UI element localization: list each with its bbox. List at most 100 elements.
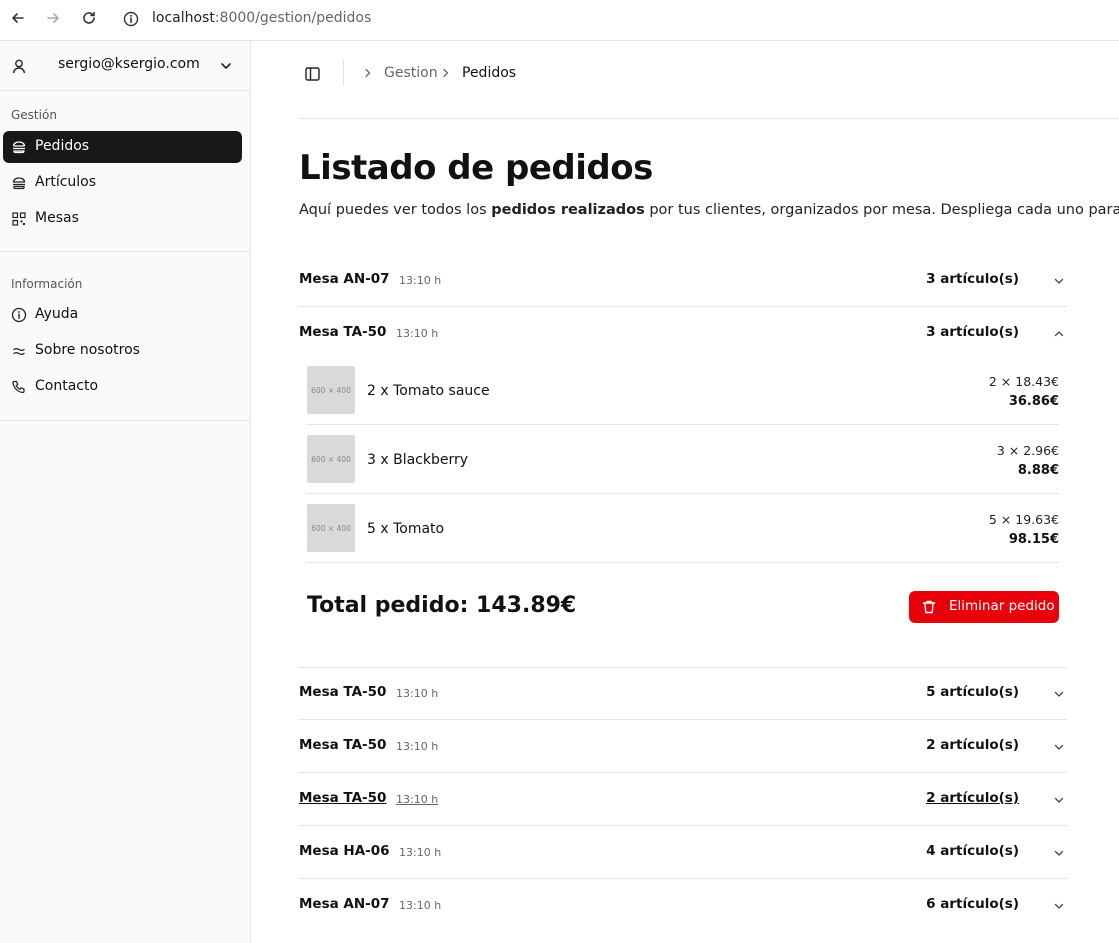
order-count: 4 artículo(s) xyxy=(926,843,1019,859)
order-time: 13:10 h xyxy=(396,687,439,700)
order-row[interactable]: Mesa HA-06 13:10 h 4 artículo(s) xyxy=(298,826,1067,879)
item-unit-price: 2 × 18.43€ xyxy=(988,374,1059,389)
order-row[interactable]: Mesa TA-50 13:10 h 2 artículo(s) xyxy=(298,773,1067,826)
order-row[interactable]: Mesa TA-50 13:10 h 2 artículo(s) xyxy=(298,720,1067,773)
desc-text: Aquí puedes ver todos los xyxy=(299,202,492,218)
sidebar: sergio@ksergio.com Gestión Pedidos Artíc… xyxy=(0,41,251,943)
arrow-left-icon xyxy=(12,13,24,23)
back-button[interactable] xyxy=(6,6,30,30)
sidebar-item-label: Ayuda xyxy=(35,306,79,322)
item-subtotal: 36.86€ xyxy=(1008,394,1059,409)
chevron-down-icon xyxy=(221,63,231,69)
order-count: 6 artículo(s) xyxy=(926,896,1019,912)
delete-order-label: Eliminar pedido xyxy=(949,598,1055,614)
order-row[interactable]: Mesa AN-07 13:10 h 6 artículo(s) xyxy=(298,879,1067,932)
order-count: 2 artículo(s) xyxy=(926,737,1019,753)
sidebar-item-label: Sobre nosotros xyxy=(35,342,140,358)
order-count: 3 artículo(s) xyxy=(926,324,1019,340)
chevron-down-icon xyxy=(1054,903,1064,909)
chevron-right-icon xyxy=(443,68,449,78)
arrow-right-icon xyxy=(47,13,59,23)
forward-button[interactable] xyxy=(41,6,65,30)
sidebar-item-label: Pedidos xyxy=(35,138,90,154)
chevron-right-icon xyxy=(365,68,371,78)
user-icon xyxy=(12,59,26,74)
info-icon xyxy=(11,307,27,323)
page-description: Aquí puedes ver todos los pedidos realiz… xyxy=(299,202,1119,218)
breadcrumb-gestion[interactable]: Gestion xyxy=(384,65,438,81)
sidebar-item-pedidos[interactable]: Pedidos xyxy=(3,131,242,163)
approx-icon xyxy=(13,347,25,356)
order-mesa: Mesa TA-50 xyxy=(299,790,387,806)
order-time: 13:10 h xyxy=(396,327,439,340)
order-mesa: Mesa AN-07 xyxy=(299,896,390,912)
qr-code-icon xyxy=(12,212,26,226)
user-menu[interactable]: sergio@ksergio.com xyxy=(0,41,250,91)
order-time: 13:10 h xyxy=(396,740,439,753)
trash-icon xyxy=(922,600,936,614)
url-path: :8000/gestion/pedidos xyxy=(214,10,372,26)
order-mesa: Mesa TA-50 xyxy=(299,324,387,340)
sidebar-item-sobre-nosotros[interactable]: Sobre nosotros xyxy=(3,335,242,367)
product-image-placeholder: 600 × 400 xyxy=(307,366,355,414)
desc-bold: pedidos realizados xyxy=(491,202,645,218)
chevron-down-icon xyxy=(1054,744,1064,750)
sidebar-divider xyxy=(0,420,250,421)
chevron-down-icon xyxy=(1054,278,1064,284)
order-item: 600 × 400 3 x Blackberry 3 × 2.96€ 8.88€ xyxy=(306,425,1059,494)
topbar-divider xyxy=(343,60,344,86)
sidebar-toggle-icon[interactable] xyxy=(304,65,322,83)
order-row[interactable]: Mesa AN-07 13:10 h 3 artículo(s) xyxy=(298,254,1067,307)
phone-icon xyxy=(12,380,25,394)
group-label-informacion: Información xyxy=(11,277,83,291)
order-mesa: Mesa HA-06 xyxy=(299,843,390,859)
sidebar-item-contacto[interactable]: Contacto xyxy=(3,371,242,403)
address-bar[interactable]: localhost:8000/gestion/pedidos xyxy=(152,10,371,26)
order-total: Total pedido: 143.89€ xyxy=(307,593,577,618)
sidebar-item-ayuda[interactable]: Ayuda xyxy=(3,299,242,331)
order-time: 13:10 h xyxy=(399,846,442,859)
chevron-down-icon xyxy=(1054,797,1064,803)
reload-icon xyxy=(83,11,95,24)
site-info-icon[interactable] xyxy=(121,9,141,29)
burger-icon xyxy=(12,177,26,190)
url-host: localhost xyxy=(152,10,215,26)
hamburger-icon xyxy=(12,141,26,154)
order-item: 600 × 400 5 x Tomato 5 × 19.63€ 98.15€ xyxy=(306,494,1059,563)
sidebar-item-label: Mesas xyxy=(35,210,79,226)
item-unit-price: 5 × 19.63€ xyxy=(988,512,1059,527)
order-count: 2 artículo(s) xyxy=(926,790,1019,806)
sidebar-item-mesas[interactable]: Mesas xyxy=(3,203,242,235)
sidebar-item-articulos[interactable]: Artículos xyxy=(3,167,242,199)
group-label-gestion: Gestión xyxy=(11,108,57,122)
order-mesa: Mesa TA-50 xyxy=(299,684,387,700)
order-row-expanded[interactable]: Mesa TA-50 13:10 h 3 artículo(s) xyxy=(298,307,1067,360)
header-divider xyxy=(298,118,1119,119)
page-title: Listado de pedidos xyxy=(299,148,653,188)
order-count: 3 artículo(s) xyxy=(926,271,1019,287)
sidebar-item-label: Contacto xyxy=(35,378,99,394)
user-email: sergio@ksergio.com xyxy=(58,56,200,72)
chevron-down-icon xyxy=(1054,691,1064,697)
breadcrumb-pedidos: Pedidos xyxy=(462,65,517,81)
item-name: 3 x Blackberry xyxy=(367,452,469,468)
product-image-placeholder: 600 × 400 xyxy=(307,504,355,552)
sidebar-item-label: Artículos xyxy=(35,174,97,190)
chevron-down-icon xyxy=(1054,850,1064,856)
item-unit-price: 3 × 2.96€ xyxy=(996,443,1059,458)
desc-text: por tus clientes, organizados por mesa. … xyxy=(644,202,1119,218)
item-subtotal: 98.15€ xyxy=(1008,532,1059,547)
sidebar-divider xyxy=(0,251,250,252)
order-count: 5 artículo(s) xyxy=(926,684,1019,700)
delete-order-button[interactable]: Eliminar pedido xyxy=(909,591,1059,623)
order-time: 13:10 h xyxy=(396,793,439,806)
item-name: 2 x Tomato sauce xyxy=(367,383,490,399)
product-image-placeholder: 600 × 400 xyxy=(307,435,355,483)
order-row[interactable]: Mesa TA-50 13:10 h 5 artículo(s) xyxy=(298,667,1067,720)
order-time: 13:10 h xyxy=(399,274,442,287)
order-item: 600 × 400 2 x Tomato sauce 2 × 18.43€ 36… xyxy=(306,356,1059,425)
item-subtotal: 8.88€ xyxy=(1017,463,1059,478)
reload-button[interactable] xyxy=(77,6,101,30)
order-mesa: Mesa AN-07 xyxy=(299,271,390,287)
browser-toolbar: localhost:8000/gestion/pedidos xyxy=(0,0,1119,41)
